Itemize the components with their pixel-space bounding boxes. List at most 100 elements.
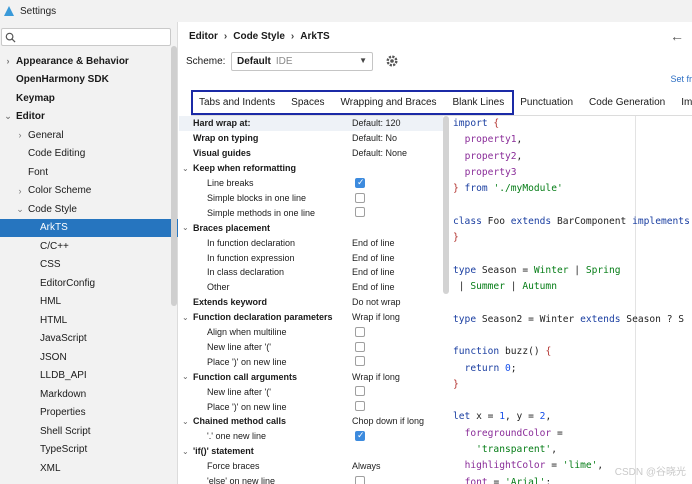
tab-wrapping-and-braces[interactable]: Wrapping and Braces bbox=[333, 89, 445, 115]
search-input[interactable] bbox=[19, 31, 159, 43]
sidebar-item-color-scheme[interactable]: › Color Scheme bbox=[0, 182, 178, 201]
option-checkbox[interactable] bbox=[355, 207, 365, 218]
option-value[interactable]: Default: None bbox=[352, 148, 407, 158]
sidebar-item-hml[interactable]: HML bbox=[0, 293, 178, 312]
option-row[interactable]: Extends keyword Do not wrap bbox=[179, 295, 443, 310]
tab-code-generation[interactable]: Code Generation bbox=[581, 89, 673, 115]
option-checkbox[interactable] bbox=[355, 475, 365, 484]
option-row[interactable]: Place ')' on new line bbox=[179, 399, 443, 414]
scheme-dropdown[interactable]: Default IDE ▼ bbox=[231, 52, 373, 71]
option-checkbox[interactable] bbox=[355, 430, 365, 441]
chevron-down-icon[interactable]: ⌄ bbox=[182, 447, 189, 456]
back-arrow-icon[interactable]: ← bbox=[670, 28, 684, 44]
sidebar-item-editorconfig[interactable]: EditorConfig bbox=[0, 274, 178, 293]
sidebar-item-general[interactable]: › General bbox=[0, 126, 178, 145]
chevron-down-icon[interactable]: ⌄ bbox=[182, 223, 189, 232]
option-value[interactable]: End of line bbox=[352, 282, 395, 292]
sidebar-item-code-style[interactable]: ⌄ Code Style bbox=[0, 200, 178, 219]
sidebar-item-lldb-api[interactable]: LLDB_API bbox=[0, 367, 178, 386]
chevron-down-icon[interactable]: ⌄ bbox=[15, 204, 25, 215]
gear-icon[interactable] bbox=[385, 54, 399, 68]
sidebar-item-xml[interactable]: XML bbox=[0, 459, 178, 478]
option-row[interactable]: In class declaration End of line bbox=[179, 265, 443, 280]
option-row[interactable]: Line breaks bbox=[179, 176, 443, 191]
option-row[interactable]: ⌄ Function declaration parameters Wrap if … bbox=[179, 310, 443, 325]
sidebar-item-keymap[interactable]: Keymap bbox=[0, 89, 178, 108]
option-row[interactable]: ⌄ 'if()' statement bbox=[179, 444, 443, 459]
sidebar-item-c-c-[interactable]: C/C++ bbox=[0, 237, 178, 256]
sidebar-item-appearance-behavior[interactable]: › Appearance & Behavior bbox=[0, 52, 178, 71]
code-token: = bbox=[545, 460, 563, 472]
option-value[interactable]: Wrap if long bbox=[352, 372, 400, 382]
sidebar-item-code-editing[interactable]: Code Editing bbox=[0, 145, 178, 164]
set-from-link[interactable]: Set fr bbox=[670, 74, 692, 84]
chevron-down-icon[interactable]: ⌄ bbox=[182, 417, 189, 426]
option-value[interactable]: End of line bbox=[352, 253, 395, 263]
option-value[interactable]: Do not wrap bbox=[352, 297, 401, 307]
tab-tabs-and-indents[interactable]: Tabs and Indents bbox=[191, 89, 283, 115]
tab-punctuation[interactable]: Punctuation bbox=[512, 89, 581, 115]
option-value[interactable]: Wrap if long bbox=[352, 312, 400, 322]
option-row[interactable]: In function declaration End of line bbox=[179, 235, 443, 250]
sidebar-item-javascript[interactable]: JavaScript bbox=[0, 330, 178, 349]
sidebar-item-typescript[interactable]: TypeScript bbox=[0, 441, 178, 460]
option-row[interactable]: Simple blocks in one line bbox=[179, 191, 443, 206]
option-value[interactable]: End of line bbox=[352, 267, 395, 277]
option-value[interactable]: Default: 120 bbox=[352, 118, 401, 128]
option-checkbox[interactable] bbox=[355, 386, 365, 397]
option-row[interactable]: Other End of line bbox=[179, 280, 443, 295]
option-row[interactable]: Wrap on typing Default: No bbox=[179, 131, 443, 146]
tab-spaces[interactable]: Spaces bbox=[283, 89, 332, 115]
sidebar-item-openharmony-sdk[interactable]: OpenHarmony SDK bbox=[0, 71, 178, 90]
sidebar-item-json[interactable]: JSON bbox=[0, 348, 178, 367]
option-checkbox[interactable] bbox=[355, 177, 365, 188]
chevron-down-icon[interactable]: ⌄ bbox=[182, 313, 189, 322]
sidebar-scrollbar[interactable] bbox=[171, 46, 177, 306]
chevron-down-icon[interactable]: ⌄ bbox=[3, 111, 13, 122]
option-checkbox[interactable] bbox=[355, 356, 365, 367]
option-row[interactable]: ⌄ Keep when reformatting bbox=[179, 161, 443, 176]
sidebar-item-html[interactable]: HTML bbox=[0, 311, 178, 330]
sidebar-item-markdown[interactable]: Markdown bbox=[0, 385, 178, 404]
sidebar-item-shell-script[interactable]: Shell Script bbox=[0, 422, 178, 441]
sidebar-item-properties[interactable]: Properties bbox=[0, 404, 178, 423]
tab-imp[interactable]: Imp bbox=[673, 89, 692, 115]
chevron-right-icon[interactable]: › bbox=[15, 130, 25, 140]
option-value[interactable]: Always bbox=[352, 461, 381, 471]
option-row[interactable]: Simple methods in one line bbox=[179, 205, 443, 220]
chevron-right-icon[interactable]: › bbox=[15, 186, 25, 196]
sidebar-item-arkts[interactable]: ArkTS bbox=[0, 218, 178, 237]
sidebar-item-css[interactable]: CSS bbox=[0, 256, 178, 275]
option-row[interactable]: Visual guides Default: None bbox=[179, 146, 443, 161]
sidebar-item-label: ArkTS bbox=[40, 222, 68, 234]
option-row[interactable]: Place ')' on new line bbox=[179, 354, 443, 369]
chevron-down-icon[interactable]: ⌄ bbox=[182, 164, 189, 173]
sidebar-item-editor[interactable]: ⌄ Editor bbox=[0, 108, 178, 127]
option-row[interactable]: New line after '(' bbox=[179, 340, 443, 355]
option-row[interactable]: ⌄ Function call arguments Wrap if long bbox=[179, 369, 443, 384]
code-token: = bbox=[551, 427, 563, 439]
option-row[interactable]: Force braces Always bbox=[179, 459, 443, 474]
chevron-down-icon[interactable]: ⌄ bbox=[182, 372, 189, 381]
search-box[interactable] bbox=[1, 28, 171, 46]
tab-blank-lines[interactable]: Blank Lines bbox=[445, 89, 513, 115]
option-row[interactable]: ⌄ Braces placement bbox=[179, 220, 443, 235]
option-value[interactable]: Chop down if long bbox=[352, 416, 424, 426]
option-row[interactable]: In function expression End of line bbox=[179, 250, 443, 265]
sidebar-item-font[interactable]: Font bbox=[0, 163, 178, 182]
option-row[interactable]: Align when multiline bbox=[179, 325, 443, 340]
option-checkbox[interactable] bbox=[355, 326, 365, 337]
option-checkbox[interactable] bbox=[355, 401, 365, 412]
option-checkbox[interactable] bbox=[355, 341, 365, 352]
option-row[interactable]: ⌄ Chained method calls Chop down if long bbox=[179, 414, 443, 429]
option-checkbox[interactable] bbox=[355, 192, 365, 203]
code-token: implements bbox=[632, 215, 690, 227]
option-row[interactable]: 'else' on new line bbox=[179, 474, 443, 484]
option-value[interactable]: Default: No bbox=[352, 133, 397, 143]
option-row[interactable]: Hard wrap at: Default: 120 bbox=[179, 116, 443, 131]
option-row[interactable]: '.' one new line bbox=[179, 429, 443, 444]
option-value[interactable]: End of line bbox=[352, 238, 395, 248]
chevron-right-icon[interactable]: › bbox=[3, 56, 13, 66]
option-row[interactable]: New line after '(' bbox=[179, 384, 443, 399]
